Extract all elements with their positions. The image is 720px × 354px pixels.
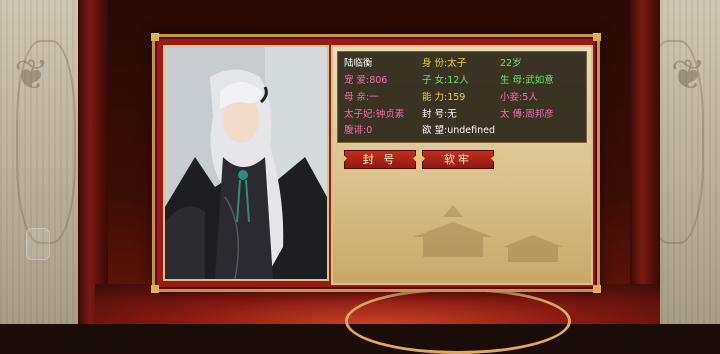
prince-portrait-image <box>165 47 327 279</box>
right-pillar <box>630 0 660 324</box>
tutor-value: 太 傅:周邦彦 <box>500 109 554 120</box>
corner-ornament <box>593 285 601 293</box>
resent-value: 腹诽:0 <box>344 125 373 136</box>
favor-value: 宠 爱:806 <box>344 75 388 86</box>
birth-mother-value: 生 母:武如意 <box>500 75 554 86</box>
character-info-panel: 陆临衡 身 份:太子 22岁 宠 爱:806 子 女:12人 生 母:武如意 母… <box>151 33 601 293</box>
identity-value: 身 份:太子 <box>422 58 467 69</box>
corner-ornament <box>151 285 159 293</box>
ability-value: 能 力:159 <box>422 92 466 103</box>
imprison-button[interactable]: 软牢 <box>421 149 495 170</box>
children-value: 子 女:12人 <box>422 75 469 86</box>
mother-value: 母 亲:一 <box>344 92 379 103</box>
attribute-list: 陆临衡 身 份:太子 22岁 宠 爱:806 子 女:12人 生 母:武如意 母… <box>337 51 587 143</box>
dragon-ornament-icon: ❦ <box>14 50 50 99</box>
crown-princess-value: 太子妃:钟贞素 <box>344 109 405 120</box>
dragon-ornament-icon: ❦ <box>670 50 706 99</box>
concubines-value: 小妾:5人 <box>500 92 538 103</box>
character-portrait <box>163 45 329 281</box>
floor-ring <box>345 288 571 354</box>
left-pillar <box>78 0 108 324</box>
corner-ornament <box>593 33 601 41</box>
info-area: 陆临衡 身 份:太子 22岁 宠 爱:806 子 女:12人 生 母:武如意 母… <box>331 45 593 285</box>
title-value: 封 号:无 <box>422 109 457 120</box>
character-name: 陆临衡 <box>344 58 373 69</box>
age-value: 22岁 <box>500 58 522 69</box>
side-float-button[interactable] <box>26 228 50 260</box>
corner-ornament <box>151 33 159 41</box>
confer-title-button[interactable]: 封 号 <box>343 149 417 170</box>
desire-value: 欲 望:undefined <box>422 125 496 136</box>
pavilion-watermark-icon <box>413 205 563 262</box>
